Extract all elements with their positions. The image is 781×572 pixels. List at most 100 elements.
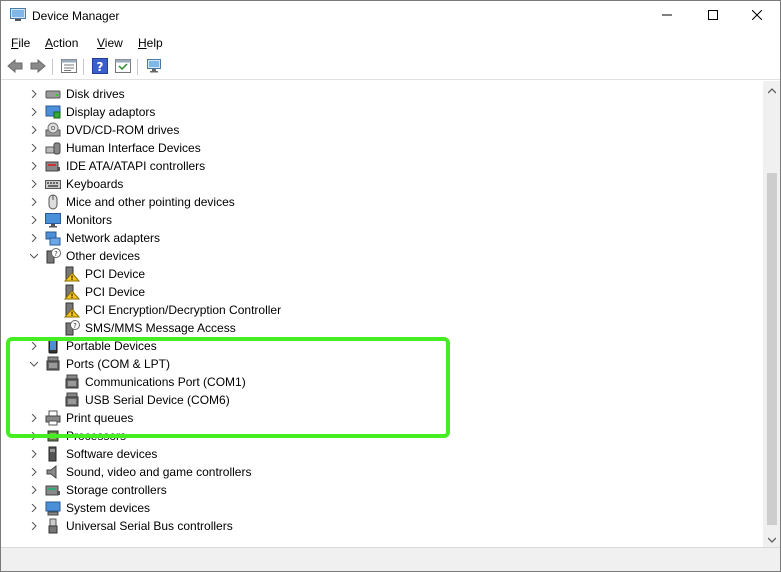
minimize-button[interactable]: [644, 1, 690, 31]
tree-node-keyboards[interactable]: Keyboards: [1, 175, 763, 193]
title-bar[interactable]: Device Manager: [1, 1, 780, 31]
menu-help[interactable]: Help: [138, 36, 163, 50]
tree-node-storage-controllers[interactable]: Storage controllers: [1, 481, 763, 499]
show-hidden-button[interactable]: [114, 58, 132, 76]
tree-node-human-interface-devices[interactable]: Human Interface Devices: [1, 139, 763, 157]
chevron-right-icon[interactable]: [28, 160, 40, 172]
tree-label: Display adaptors: [66, 105, 156, 119]
chevron-right-icon[interactable]: [28, 142, 40, 154]
tree-node-ide-controllers[interactable]: IDE ATA/ATAPI controllers: [1, 157, 763, 175]
tree-node-pci-device[interactable]: PCI Device: [1, 283, 763, 301]
tree-label: Print queues: [66, 411, 134, 425]
chevron-right-icon[interactable]: [28, 340, 40, 352]
tree-node-software-devices[interactable]: Software devices: [1, 445, 763, 463]
mouse-icon: [45, 194, 61, 210]
close-button[interactable]: [734, 1, 780, 31]
chevron-right-icon[interactable]: [28, 448, 40, 460]
warning-device-icon: [63, 302, 81, 318]
chevron-right-icon[interactable]: [28, 178, 40, 190]
scroll-up-arrow[interactable]: [763, 81, 780, 98]
usb-icon: [45, 518, 61, 534]
chevron-right-icon[interactable]: [28, 88, 40, 100]
device-manager-window: Device Manager File Action View Help ? D…: [0, 0, 781, 572]
scroll-down-arrow[interactable]: [763, 530, 780, 547]
chevron-right-icon[interactable]: [28, 106, 40, 118]
tree-label: Ports (COM & LPT): [66, 357, 171, 371]
tree-label: Disk drives: [66, 87, 125, 101]
tree-node-com6[interactable]: USB Serial Device (COM6): [1, 391, 763, 409]
tree-node-print-queues[interactable]: Print queues: [1, 409, 763, 427]
toolbar-separator: [137, 59, 138, 75]
tree-node-portable-devices[interactable]: Portable Devices: [1, 337, 763, 355]
chevron-right-icon[interactable]: [28, 502, 40, 514]
vertical-scrollbar[interactable]: [763, 81, 780, 547]
maximize-icon: [708, 9, 718, 23]
tree-label: Storage controllers: [66, 483, 167, 497]
tree-node-usb-controllers[interactable]: Universal Serial Bus controllers: [1, 517, 763, 535]
maximize-button[interactable]: [690, 1, 736, 31]
tree-label: Processors: [66, 429, 127, 443]
tree-node-ports[interactable]: Ports (COM & LPT): [1, 355, 763, 373]
menu-action-accel: A: [45, 36, 54, 50]
tree-label: Keyboards: [66, 177, 124, 191]
monitor-icon: [45, 212, 61, 228]
close-icon: [751, 9, 763, 23]
tree-label: USB Serial Device (COM6): [85, 393, 230, 407]
forward-button[interactable]: [29, 58, 47, 76]
scroll-thumb[interactable]: [767, 173, 777, 525]
tree-node-network-adapters[interactable]: Network adapters: [1, 229, 763, 247]
device-tree[interactable]: Disk drives Display adaptors DVD/CD-ROM …: [1, 81, 763, 547]
menu-file[interactable]: File: [11, 36, 30, 50]
system-device-icon: [45, 500, 61, 516]
tree-node-mice[interactable]: Mice and other pointing devices: [1, 193, 763, 211]
menu-help-rest: elp: [146, 36, 163, 50]
chevron-down-icon[interactable]: [28, 358, 40, 370]
menu-bar: File Action View Help: [1, 32, 780, 54]
processor-icon: [45, 428, 61, 444]
back-icon: [7, 58, 23, 76]
tree-node-dvd-drives[interactable]: DVD/CD-ROM drives: [1, 121, 763, 139]
chevron-right-icon[interactable]: [28, 520, 40, 532]
tree-node-pci-encryption-controller[interactable]: PCI Encryption/Decryption Controller: [1, 301, 763, 319]
tree-node-monitors[interactable]: Monitors: [1, 211, 763, 229]
properties-icon: [61, 58, 77, 76]
chevron-right-icon[interactable]: [28, 430, 40, 442]
chevron-right-icon[interactable]: [28, 484, 40, 496]
menu-action-rest: ction: [53, 36, 79, 50]
help-button[interactable]: ?: [91, 57, 109, 77]
back-button[interactable]: [6, 58, 24, 76]
tree-node-processors[interactable]: Processors: [1, 427, 763, 445]
tree-node-sound-controllers[interactable]: Sound, video and game controllers: [1, 463, 763, 481]
tree-label: System devices: [66, 501, 151, 515]
chevron-down-icon[interactable]: [28, 250, 40, 262]
hid-icon: [45, 140, 61, 156]
menu-view[interactable]: View: [97, 36, 123, 50]
scan-hardware-button[interactable]: [145, 58, 163, 76]
chevron-right-icon[interactable]: [28, 232, 40, 244]
chevron-right-icon[interactable]: [28, 412, 40, 424]
properties-button[interactable]: [60, 58, 78, 76]
tree-node-other-devices[interactable]: ? Other devices: [1, 247, 763, 265]
speaker-icon: [45, 464, 61, 480]
svg-text:?: ?: [54, 250, 58, 258]
unknown-device-icon: ?: [64, 320, 80, 336]
tree-node-display-adaptors[interactable]: Display adaptors: [1, 103, 763, 121]
tree-label: Network adapters: [66, 231, 161, 245]
chevron-right-icon[interactable]: [28, 214, 40, 226]
tree-label: PCI Encryption/Decryption Controller: [85, 303, 282, 317]
tree-node-system-devices[interactable]: System devices: [1, 499, 763, 517]
chevron-right-icon[interactable]: [28, 466, 40, 478]
tree-node-pci-device[interactable]: PCI Device: [1, 265, 763, 283]
menu-help-accel: H: [138, 36, 147, 50]
help-icon: ?: [92, 57, 108, 77]
chevron-right-icon[interactable]: [28, 196, 40, 208]
menu-action[interactable]: Action: [45, 36, 78, 50]
tree-label: DVD/CD-ROM drives: [66, 123, 180, 137]
portable-device-icon: [45, 338, 61, 354]
chevron-right-icon[interactable]: [28, 124, 40, 136]
tree-node-com1[interactable]: Communications Port (COM1): [1, 373, 763, 391]
tree-node-disk-drives[interactable]: Disk drives: [1, 85, 763, 103]
menu-file-rest: ile: [18, 36, 31, 50]
tree-node-sms-mms[interactable]: ? SMS/MMS Message Access: [1, 319, 763, 337]
tree-label: Universal Serial Bus controllers: [66, 519, 233, 533]
